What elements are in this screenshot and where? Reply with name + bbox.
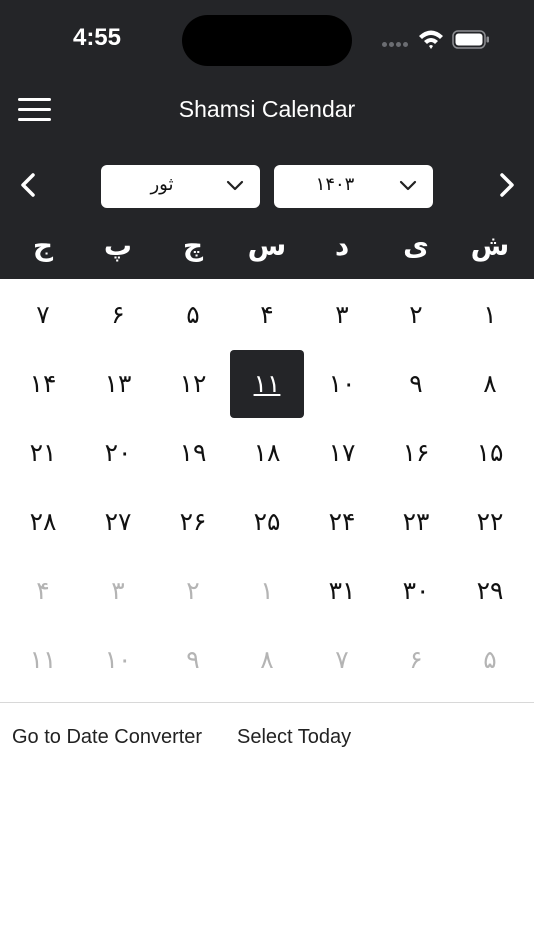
day-cell[interactable]: ۱۰	[305, 350, 379, 418]
weekday-label: د	[334, 229, 350, 262]
day-cell[interactable]: ۱۸	[230, 419, 304, 487]
month-select-value: ثور	[150, 174, 174, 195]
day-cell[interactable]: ۱۱	[6, 626, 80, 694]
weekday-label: ش	[470, 229, 510, 262]
day-cell[interactable]: ۲۴	[305, 488, 379, 556]
year-select-value: ۱۴۰۳	[315, 174, 355, 195]
day-cell[interactable]: ۲۸	[6, 488, 80, 556]
day-cell[interactable]: ۳۰	[379, 557, 453, 625]
day-cell[interactable]: ۶	[379, 626, 453, 694]
day-cell[interactable]: ۲۹	[453, 557, 527, 625]
day-cell[interactable]: ۲۵	[230, 488, 304, 556]
day-cell[interactable]: ۱	[453, 281, 527, 349]
battery-icon	[452, 30, 489, 49]
day-cell[interactable]: ۳	[81, 557, 155, 625]
day-cell[interactable]: ۹	[156, 626, 230, 694]
day-cell[interactable]: ۳	[305, 281, 379, 349]
day-cell[interactable]: ۱۷	[305, 419, 379, 487]
day-cell[interactable]: ۱۴	[6, 350, 80, 418]
day-cell[interactable]: ۱۳	[81, 350, 155, 418]
day-cell[interactable]: ۴	[230, 281, 304, 349]
date-converter-button[interactable]: Go to Date Converter	[12, 726, 202, 749]
year-select[interactable]: ۱۴۰۳	[274, 165, 433, 208]
day-cell[interactable]: ۱۵	[453, 419, 527, 487]
hamburger-menu-icon[interactable]	[14, 94, 56, 126]
weekday-label: چ	[182, 229, 204, 262]
day-cell[interactable]: ۱	[230, 557, 304, 625]
selected-day-cell[interactable]: ۱۱	[230, 350, 304, 418]
day-cell[interactable]: ۷	[6, 281, 80, 349]
day-cell[interactable]: ۵	[156, 281, 230, 349]
weekday-label: پ	[103, 229, 133, 262]
day-cell[interactable]: ۸	[453, 350, 527, 418]
day-cell[interactable]: ۲۶	[156, 488, 230, 556]
day-cell[interactable]: ۲۲	[453, 488, 527, 556]
day-cell[interactable]: ۵	[453, 626, 527, 694]
weekday-label: س	[247, 229, 287, 262]
chevron-down-icon	[226, 180, 244, 191]
dynamic-island	[182, 15, 352, 66]
day-cell[interactable]: ۳۱	[305, 557, 379, 625]
page-title: Shamsi Calendar	[178, 96, 356, 122]
next-month-button[interactable]	[489, 167, 523, 203]
previous-month-button[interactable]	[12, 167, 46, 203]
day-cell[interactable]: ۲	[379, 281, 453, 349]
app-screen: 4:55 Shamsi Calendar ثور ۱۴۰۳ ش ی د س چ …	[0, 0, 534, 950]
chevron-down-icon	[399, 180, 417, 191]
day-cell[interactable]: ۲۱	[6, 419, 80, 487]
day-cell[interactable]: ۲۷	[81, 488, 155, 556]
status-time: 4:55	[72, 24, 122, 51]
day-cell[interactable]: ۹	[379, 350, 453, 418]
month-select[interactable]: ثور	[101, 165, 260, 208]
divider	[0, 702, 534, 703]
app-header: 4:55 Shamsi Calendar ثور ۱۴۰۳ ش ی د س چ …	[0, 0, 534, 279]
day-cell[interactable]: ۶	[81, 281, 155, 349]
day-cell[interactable]: ۱۹	[156, 419, 230, 487]
select-today-button[interactable]: Select Today	[237, 726, 351, 749]
weekday-label: ی	[403, 229, 429, 262]
day-cell[interactable]: ۸	[230, 626, 304, 694]
weekday-label: ج	[32, 229, 54, 262]
chevron-right-icon	[500, 173, 514, 197]
cellular-signal-icon	[382, 42, 410, 48]
day-cell[interactable]: ۲۳	[379, 488, 453, 556]
day-cell[interactable]: ۲	[156, 557, 230, 625]
day-cell[interactable]: ۱۰	[81, 626, 155, 694]
wifi-icon	[419, 30, 443, 49]
day-cell[interactable]: ۲۰	[81, 419, 155, 487]
day-cell[interactable]: ۷	[305, 626, 379, 694]
day-cell[interactable]: ۱۲	[156, 350, 230, 418]
day-cell[interactable]: ۴	[6, 557, 80, 625]
day-cell[interactable]: ۱۶	[379, 419, 453, 487]
chevron-left-icon	[21, 173, 35, 197]
